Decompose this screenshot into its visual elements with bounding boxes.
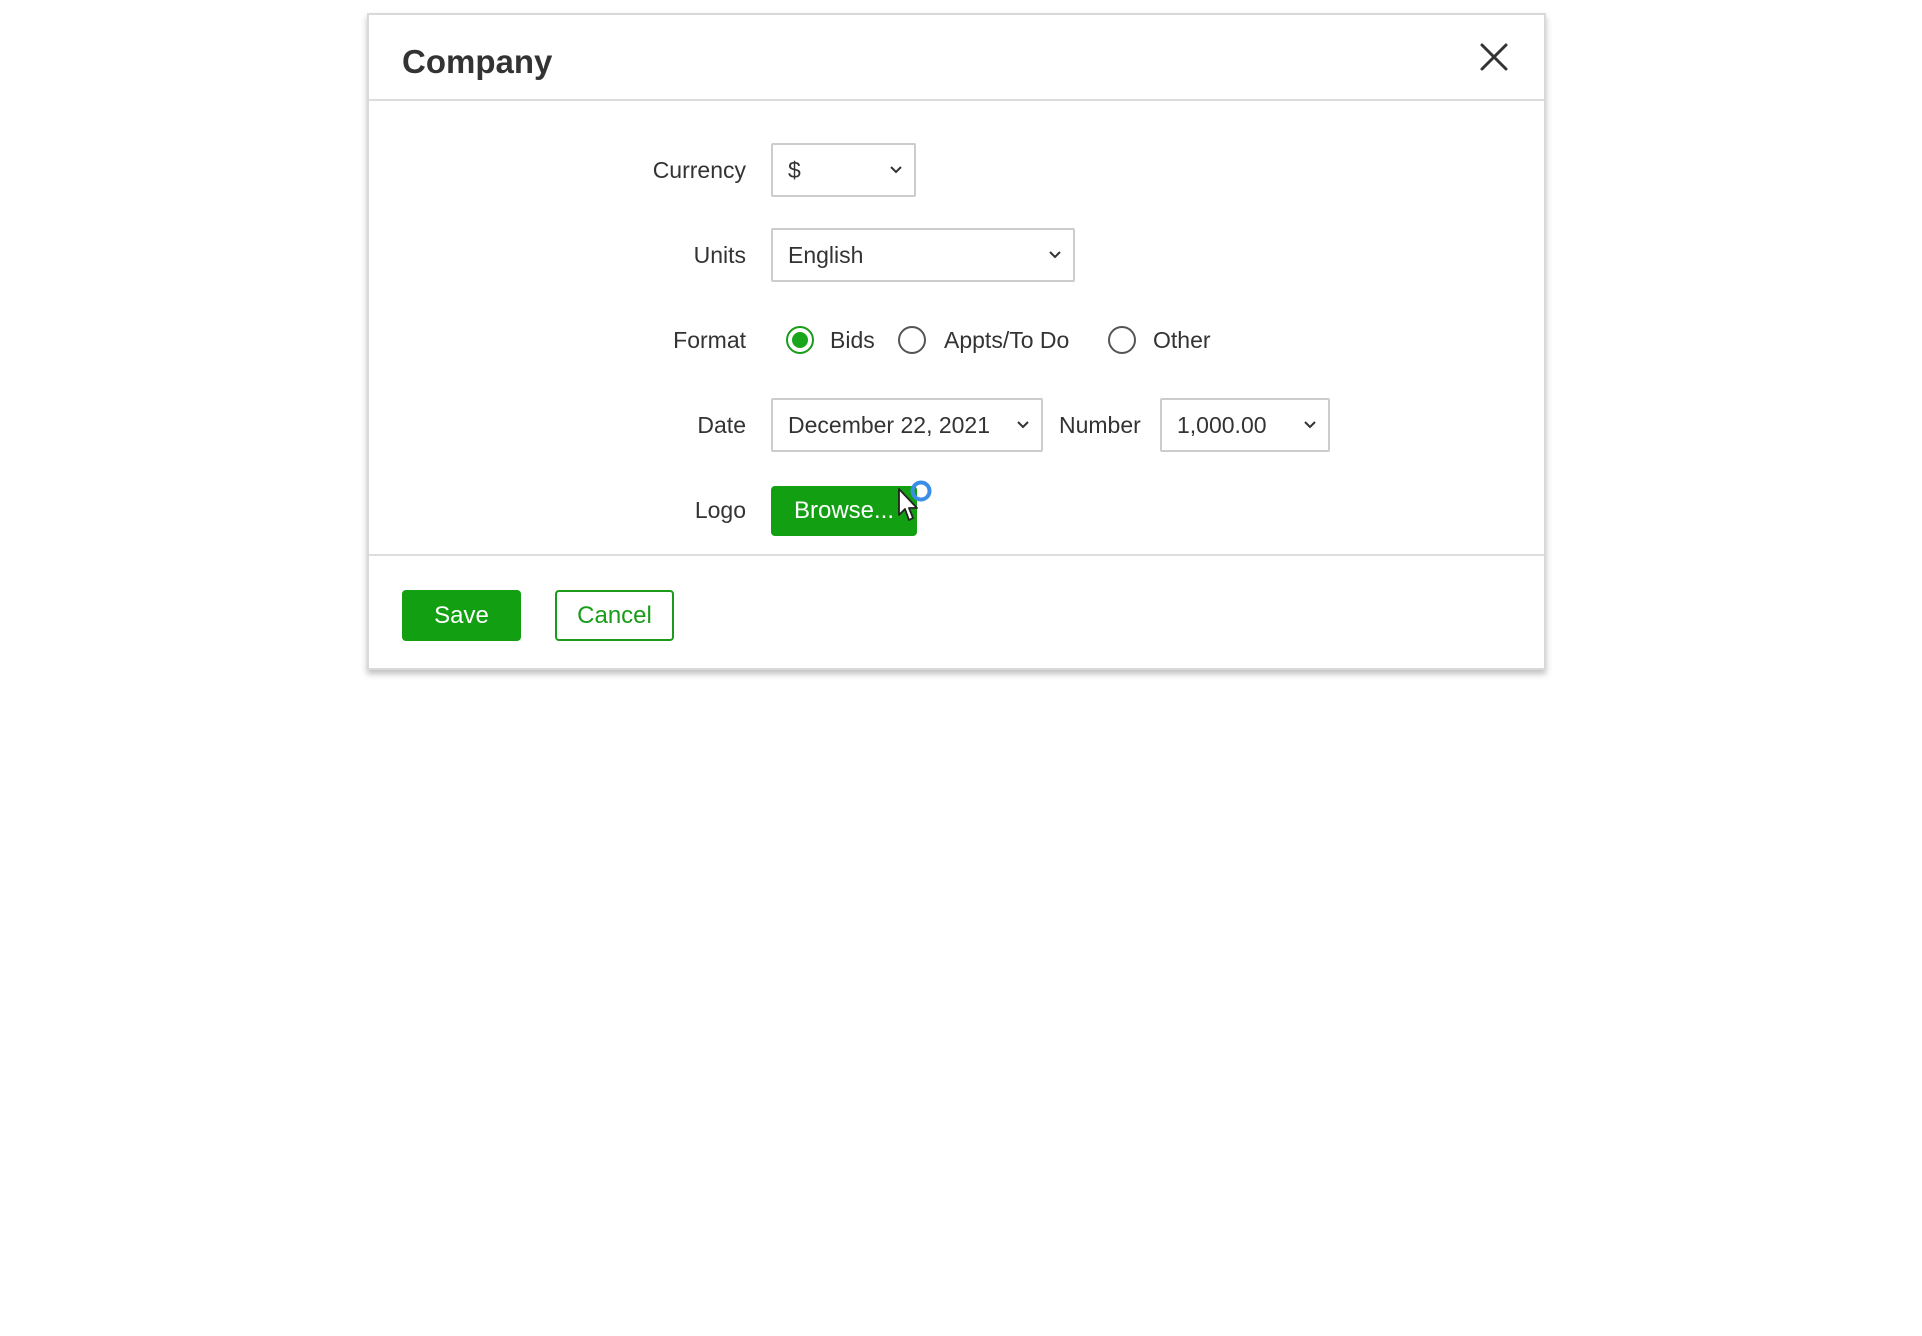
chevron-down-icon [1304, 421, 1316, 429]
number-format-select[interactable]: 1,000.00 [1160, 398, 1330, 452]
mouse-cursor-icon [898, 488, 918, 521]
format-option-bids-label: Bids [830, 327, 875, 353]
dialog-body: Currency $ Units English Format Bids App… [369, 101, 1544, 556]
currency-value: $ [788, 157, 801, 183]
logo-row: Logo Browse... [369, 483, 1544, 537]
units-value: English [788, 242, 864, 268]
format-option-other-label: Other [1153, 327, 1211, 353]
chevron-down-icon [1049, 251, 1061, 259]
close-icon [1480, 43, 1508, 71]
currency-label: Currency [652, 157, 746, 183]
date-label: Date [697, 412, 746, 438]
date-row: Date December 22, 2021 Number 1,000.00 [369, 398, 1544, 452]
close-button[interactable] [1478, 41, 1510, 73]
units-row: Units English [369, 228, 1544, 282]
logo-label: Logo [694, 497, 746, 523]
company-dialog: Company Currency $ Units English Format … [367, 13, 1546, 670]
number-format-value: 1,000.00 [1177, 412, 1267, 438]
browse-button[interactable]: Browse... [771, 486, 917, 536]
dialog-title: Company [402, 43, 553, 80]
units-label: Units [693, 242, 746, 268]
cancel-button[interactable]: Cancel [555, 590, 674, 641]
format-radio-other[interactable] [1108, 326, 1136, 354]
format-radio-bids[interactable] [786, 326, 814, 354]
currency-select[interactable]: $ [771, 143, 916, 197]
format-radio-appts[interactable] [898, 326, 926, 354]
date-format-select[interactable]: December 22, 2021 [771, 398, 1043, 452]
date-format-value: December 22, 2021 [788, 412, 991, 438]
currency-row: Currency $ [369, 143, 1544, 197]
units-select[interactable]: English [771, 228, 1075, 282]
number-label: Number [1059, 412, 1141, 438]
format-radio-group: Bids Appts/To Do Other [369, 313, 1544, 367]
dialog-header: Company [369, 15, 1544, 101]
format-option-appts-label: Appts/To Do [944, 327, 1070, 353]
save-button[interactable]: Save [402, 590, 521, 641]
chevron-down-icon [1017, 421, 1029, 429]
chevron-down-icon [890, 166, 902, 174]
format-row: Format Bids Appts/To Do Other [369, 313, 1544, 367]
